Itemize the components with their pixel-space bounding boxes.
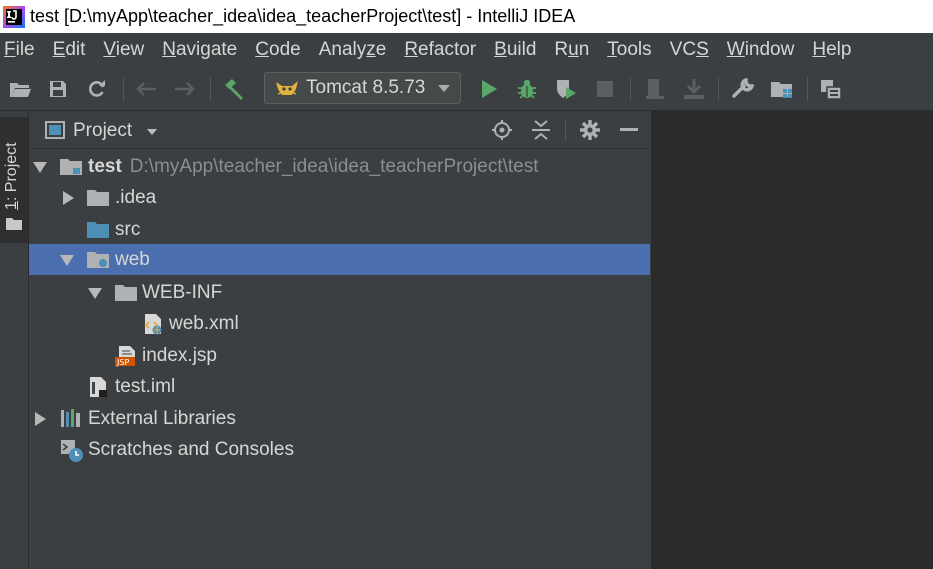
attach-debugger-icon[interactable]	[640, 75, 670, 103]
chevron-right-icon[interactable]	[35, 412, 46, 426]
tree-item-web-inf[interactable]: WEB-INF	[29, 277, 650, 308]
menu-item[interactable]: VCS	[670, 39, 709, 61]
run-icon[interactable]	[474, 75, 504, 103]
chevron-down-icon[interactable]	[33, 162, 47, 173]
chevron-down-icon[interactable]	[88, 288, 102, 299]
folder-icon	[87, 187, 109, 209]
hide-minimize-icon[interactable]	[617, 118, 641, 142]
tree-item-label: test.iml	[115, 376, 176, 397]
update-running-app-icon[interactable]	[679, 75, 709, 103]
menu-item[interactable]: File	[4, 39, 35, 61]
tree-item-external-libraries[interactable]: External Libraries	[29, 403, 650, 434]
module-folder-icon	[60, 156, 82, 178]
tree-item-test-root[interactable]: test D:\myApp\teacher_idea\idea_teacherPr…	[29, 151, 650, 182]
collapse-all-icon[interactable]	[529, 118, 553, 142]
menu-item[interactable]: Refactor	[404, 39, 476, 61]
jsp-file-icon: JSP	[115, 345, 137, 367]
debug-bug-icon[interactable]	[512, 75, 542, 103]
save-all-icon[interactable]	[43, 75, 73, 103]
tree-item-web-xml[interactable]: web.xml	[29, 308, 650, 339]
project-name: test	[88, 156, 122, 177]
forward-arrow-icon[interactable]	[170, 75, 200, 103]
chevron-down-icon	[438, 85, 450, 92]
tree-item-test-iml[interactable]: test.iml	[29, 371, 650, 402]
menu-item[interactable]: Edit	[53, 39, 86, 61]
tree-item-idea[interactable]: .idea	[29, 182, 650, 213]
run-configuration-dropdown[interactable]: Tomcat 8.5.73	[264, 72, 461, 104]
sync-icon[interactable]	[82, 75, 112, 103]
menu-item[interactable]: Navigate	[162, 39, 237, 61]
run-with-coverage-icon[interactable]	[551, 75, 581, 103]
web-folder-icon	[87, 249, 109, 271]
window-titlebar: test [D:\myApp\teacher_idea\idea_teacher…	[0, 0, 933, 33]
project-panel-header: Project	[29, 111, 650, 149]
menu-item[interactable]: Window	[727, 39, 795, 61]
main-toolbar: Tomcat 8.5.73	[0, 67, 933, 111]
menu-item[interactable]: Code	[255, 39, 300, 61]
back-arrow-icon[interactable]	[131, 75, 161, 103]
tree-item-label: Scratches and Consoles	[88, 439, 294, 460]
tree-item-scratches[interactable]: Scratches and Consoles	[29, 434, 650, 465]
menu-item[interactable]: Run	[554, 39, 589, 61]
tree-item-index-jsp[interactable]: JSP index.jsp	[29, 340, 650, 371]
project-tool-tab-label: 1: Project	[3, 142, 20, 210]
intellij-logo-icon	[3, 5, 25, 28]
folder-icon	[115, 282, 137, 304]
stop-icon[interactable]	[590, 75, 620, 103]
window-title: test [D:\myApp\teacher_idea\idea_teacher…	[30, 6, 576, 26]
settings-wrench-icon[interactable]	[728, 75, 758, 103]
menu-item[interactable]: Tools	[607, 39, 651, 61]
tree-item-label: External Libraries	[88, 408, 236, 429]
source-folder-icon	[87, 219, 109, 241]
sdk-manager-icon[interactable]	[816, 75, 846, 103]
scratches-clock-icon	[60, 439, 83, 462]
menu-item[interactable]: Analyze	[319, 39, 387, 61]
tree-item-label: src	[115, 219, 141, 240]
libraries-icon	[60, 408, 82, 430]
menu-bar: File Edit View Navigate Code Analyze Refactor B…	[0, 33, 933, 67]
tree-item-label: .idea	[115, 187, 157, 208]
chevron-down-icon[interactable]	[60, 255, 74, 266]
open-folder-icon[interactable]	[5, 75, 35, 103]
gear-icon[interactable]	[578, 118, 602, 142]
tree-item-src[interactable]: src	[29, 214, 650, 245]
tree-item-label: web	[115, 249, 150, 270]
panel-title[interactable]: Project	[73, 120, 132, 142]
tomcat-icon	[274, 78, 300, 98]
xml-file-icon	[142, 313, 164, 335]
build-hammer-icon[interactable]	[219, 75, 249, 103]
tree-item-web[interactable]: web	[29, 244, 650, 275]
project-structure-icon[interactable]	[767, 75, 797, 103]
project-tree: test D:\myApp\teacher_idea\idea_teacherPr…	[29, 150, 650, 569]
editor-area[interactable]	[651, 111, 933, 569]
menu-item[interactable]: View	[103, 39, 144, 61]
svg-text:JSP: JSP	[116, 358, 129, 367]
chevron-right-icon[interactable]	[63, 191, 74, 205]
module-file-icon	[87, 376, 109, 398]
chevron-down-icon[interactable]	[147, 129, 157, 135]
menu-item[interactable]: Build	[494, 39, 536, 61]
tree-item-label: web.xml	[169, 313, 239, 334]
project-view-icon	[45, 121, 65, 144]
project-path: D:\myApp\teacher_idea\idea_teacherProjec…	[129, 156, 539, 177]
tree-item-label: index.jsp	[142, 345, 217, 366]
run-configuration-label: Tomcat 8.5.73	[306, 77, 426, 98]
folder-icon	[6, 217, 22, 235]
menu-item[interactable]: Help	[812, 39, 851, 61]
locate-crosshair-icon[interactable]	[490, 118, 514, 142]
tree-item-label: WEB-INF	[142, 282, 223, 303]
